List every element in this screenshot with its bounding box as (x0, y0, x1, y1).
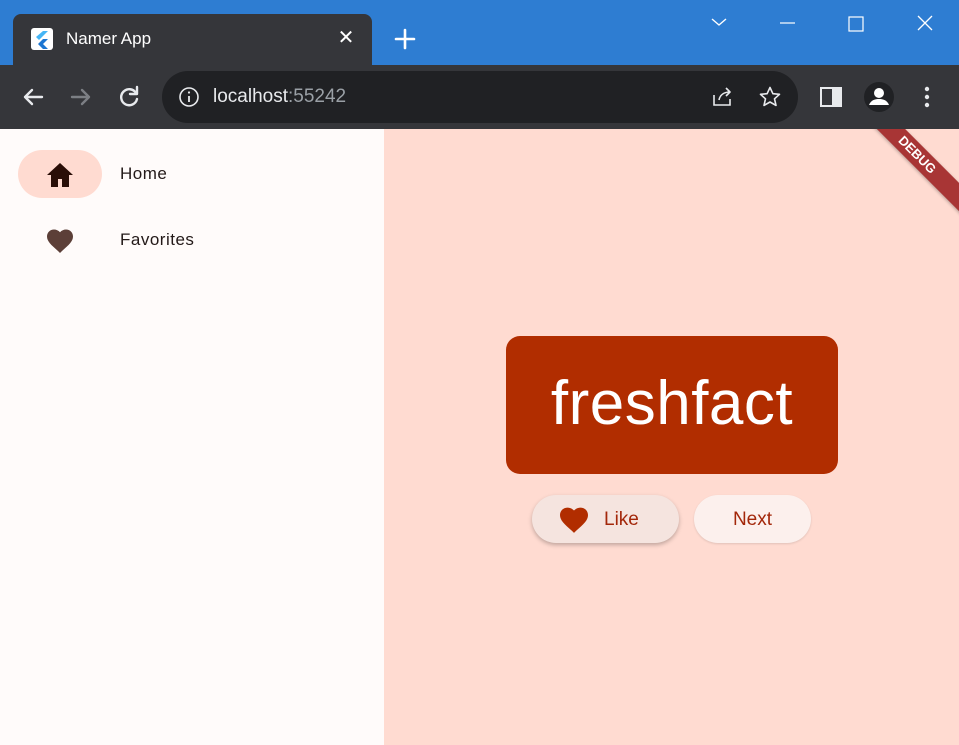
reload-icon[interactable] (114, 82, 144, 112)
url-text: localhost:55242 (213, 86, 347, 107)
new-tab-icon[interactable] (392, 26, 418, 52)
tab-title: Namer App (66, 29, 152, 48)
flutter-app: Home Favorites DEBUG freshfact Like Next (0, 129, 959, 745)
tab-search-icon[interactable] (704, 10, 734, 36)
word-pair-text: freshfact (550, 369, 794, 438)
flutter-favicon-icon (31, 28, 53, 50)
profile-avatar-icon[interactable] (863, 81, 895, 113)
side-panel-icon[interactable] (815, 81, 847, 113)
share-icon[interactable] (710, 85, 734, 109)
tab-close-icon[interactable]: ✕ (334, 26, 358, 50)
browser-toolbar: localhost:55242 (0, 65, 959, 129)
nav-item-favorites[interactable]: Favorites (18, 216, 358, 264)
nav-label-home: Home (120, 164, 168, 183)
site-info-icon[interactable] (177, 85, 201, 109)
like-button-label: Like (604, 509, 639, 530)
debug-banner: DEBUG (853, 129, 959, 219)
bookmark-star-icon[interactable] (758, 85, 782, 109)
maximize-icon[interactable] (841, 10, 871, 36)
nav-label-favorites: Favorites (120, 230, 195, 249)
nav-item-home[interactable]: Home (18, 150, 358, 198)
window-titlebar: Namer App ✕ (0, 0, 959, 65)
menu-kebab-icon[interactable] (911, 81, 943, 113)
favorite-icon (46, 228, 74, 254)
home-icon (46, 162, 74, 188)
generator-page: DEBUG freshfact Like Next (384, 129, 959, 745)
favorite-icon (558, 506, 590, 534)
forward-icon[interactable] (66, 82, 96, 112)
next-button[interactable]: Next (694, 495, 811, 543)
close-window-icon[interactable] (910, 10, 940, 36)
navigation-rail: Home Favorites (0, 129, 384, 745)
back-icon[interactable] (18, 82, 48, 112)
like-button[interactable]: Like (532, 495, 679, 543)
browser-tab[interactable]: Namer App ✕ (13, 14, 372, 65)
minimize-icon[interactable] (772, 10, 802, 36)
address-bar[interactable]: localhost:55242 (162, 71, 798, 123)
word-pair-card: freshfact (506, 336, 838, 474)
next-button-label: Next (732, 509, 773, 530)
